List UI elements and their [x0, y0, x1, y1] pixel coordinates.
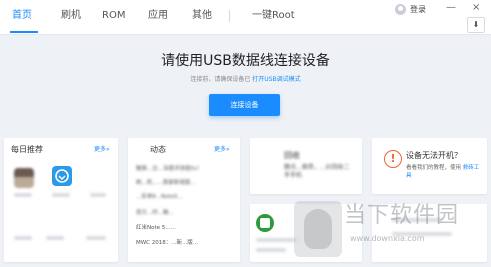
news-title: 动态: [150, 145, 166, 154]
news-item[interactable]: 刷...机......首家新增版...: [136, 180, 195, 187]
recycle-desc: 手手机: [284, 172, 303, 179]
boot-help-desc-text: 看看我们的教程，使用: [406, 165, 462, 171]
promo-icon: [256, 214, 274, 232]
text-placeholder: [256, 248, 286, 252]
recycle-title: 回收: [284, 151, 300, 160]
app-name-placeholder: [14, 236, 32, 240]
minimize-button[interactable]: —: [446, 1, 456, 14]
app-name-placeholder: [86, 236, 106, 240]
daily-more-link[interactable]: 更多»: [94, 146, 110, 154]
news-item[interactable]: MWC 2018：...新...版...: [136, 240, 198, 247]
connect-subtitle: 连接前，请确保设备已 打开USB调试模式: [0, 76, 491, 84]
news-item[interactable]: 魅族...交...深度评测造5s！: [136, 166, 202, 173]
usb-debug-link[interactable]: 打开USB调试模式: [252, 76, 300, 83]
app-name-placeholder: [52, 193, 70, 197]
active-tab-indicator: [10, 31, 38, 33]
daily-recommend-card: 每日推荐 更多»: [4, 138, 118, 262]
recycle-desc: 腾讯...推荐，...价回收二: [284, 164, 350, 171]
recycle-card[interactable]: 回收 腾讯...推荐，...价回收二 手手机: [250, 138, 362, 194]
news-card: 动态 更多» 魅族...交...深度评测造5s！ 刷...机......首家新增…: [128, 138, 240, 262]
tab-rom[interactable]: ROM: [102, 9, 125, 23]
cloud-app-icon: [55, 169, 69, 183]
tab-other[interactable]: 其他: [192, 9, 212, 23]
tab-apps[interactable]: 应用: [148, 9, 168, 23]
exclamation-icon: !: [384, 150, 402, 168]
watermark-logo: [294, 201, 342, 257]
tab-flash[interactable]: 刷机: [61, 9, 81, 23]
login-label: 登录: [410, 5, 426, 14]
news-item[interactable]: ...安卓8...Note5...: [136, 194, 183, 201]
close-button[interactable]: ×: [472, 1, 480, 14]
app-icon[interactable]: [52, 166, 72, 186]
boot-help-title: 设备无法开机？: [406, 151, 462, 160]
app-name-placeholder: [90, 193, 106, 197]
tab-home[interactable]: 首页: [12, 9, 32, 23]
text-placeholder: [256, 238, 296, 242]
download-icon: ⬇: [472, 20, 480, 29]
news-more-link[interactable]: 更多»: [214, 146, 230, 154]
watermark-title: 当下软件园: [344, 203, 460, 228]
app-name-placeholder: [14, 193, 32, 197]
download-button[interactable]: ⬇: [467, 17, 485, 33]
daily-recommend-title: 每日推荐: [11, 145, 43, 154]
connect-title: 请使用USB数据线连接设备: [161, 53, 330, 69]
tab-one-click-root[interactable]: 一键Root: [252, 9, 295, 23]
news-item[interactable]: 红米Note 5......: [136, 225, 176, 232]
boot-help-desc: 看看我们的教程，使用 救砖工具: [406, 164, 482, 180]
watermark-url: www.downxia.com: [350, 234, 425, 243]
connect-device-button[interactable]: 连接设备: [209, 94, 280, 116]
top-nav-bar: 首页 刷机 ROM 应用 其他 一键Root 登录 — × ⬇: [0, 0, 491, 35]
user-avatar-icon: [395, 4, 406, 15]
app-icon[interactable]: [14, 168, 34, 188]
connect-subtitle-text: 连接前，请确保设备已: [190, 76, 251, 83]
nav-divider: [229, 10, 230, 22]
app-name-placeholder: [46, 236, 64, 240]
news-item[interactable]: 官方...时...魅...: [136, 210, 174, 217]
